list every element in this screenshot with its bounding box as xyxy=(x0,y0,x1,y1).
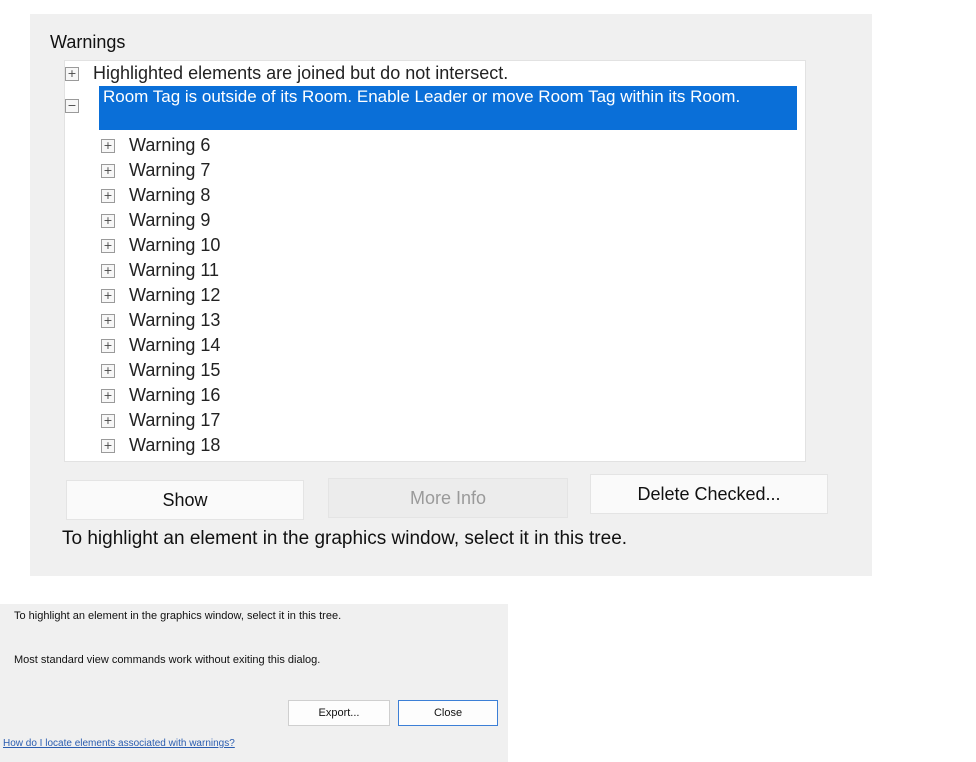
expand-icon[interactable]: + xyxy=(101,439,115,453)
tree-item-warning[interactable]: + Warning 9 xyxy=(101,210,210,231)
tree-item-warning[interactable]: + Warning 11 xyxy=(101,260,219,281)
warning-label: Warning 7 xyxy=(129,160,211,180)
warning-label: Warning 15 xyxy=(129,360,221,380)
warning-label: Warning 11 xyxy=(129,260,220,280)
expand-icon[interactable]: + xyxy=(101,264,115,278)
tree-item-warning[interactable]: + Warning 17 xyxy=(101,410,220,431)
expand-icon[interactable]: + xyxy=(101,214,115,228)
expand-icon[interactable]: + xyxy=(101,339,115,353)
tree-item-warning[interactable]: + Warning 13 xyxy=(101,310,220,331)
close-button[interactable]: Close xyxy=(398,700,498,726)
warnings-dialog-lower: To highlight an element in the graphics … xyxy=(0,604,508,762)
tree-item-warning[interactable]: + Warning 7 xyxy=(101,160,210,181)
warning-label: Warning 9 xyxy=(129,210,211,230)
tree-hint-text: To highlight an element in the graphics … xyxy=(62,528,628,549)
expand-icon[interactable]: + xyxy=(101,164,115,178)
tree-collapse-toggle[interactable]: − xyxy=(65,95,79,113)
expand-icon[interactable]: + xyxy=(101,139,115,153)
tree-item-room-tag-warning[interactable]: Room Tag is outside of its Room. Enable … xyxy=(99,86,797,130)
export-button[interactable]: Export... xyxy=(288,700,390,726)
show-button[interactable]: Show xyxy=(66,480,304,520)
warning-label: Warning 8 xyxy=(129,185,211,205)
expand-icon[interactable]: + xyxy=(101,364,115,378)
tree-item-warning[interactable]: + Warning 12 xyxy=(101,285,220,306)
expand-icon[interactable]: + xyxy=(101,389,115,403)
expand-icon[interactable]: + xyxy=(101,189,115,203)
expand-icon[interactable]: + xyxy=(101,239,115,253)
expand-icon[interactable]: + xyxy=(65,67,79,81)
collapse-icon[interactable]: − xyxy=(65,99,79,113)
delete-checked-button[interactable]: Delete Checked... xyxy=(590,474,828,514)
warning-label: Warning 12 xyxy=(129,285,221,305)
warning-label: Warning 16 xyxy=(129,385,221,405)
warning-label: Warning 6 xyxy=(129,135,211,155)
tree-item-warning[interactable]: + Warning 15 xyxy=(101,360,220,381)
warnings-dialog-upper: Warnings + Highlighted elements are join… xyxy=(30,14,872,576)
tree-item-joined-warning[interactable]: + Highlighted elements are joined but do… xyxy=(65,63,508,84)
warning-label: Warning 10 xyxy=(129,235,221,255)
tree-item-warning[interactable]: + Warning 16 xyxy=(101,385,220,406)
tree-item-warning[interactable]: + Warning 6 xyxy=(101,135,210,156)
tree-item-label: Highlighted elements are joined but do n… xyxy=(93,63,509,83)
more-info-button[interactable]: More Info xyxy=(328,478,568,518)
expand-icon[interactable]: + xyxy=(101,414,115,428)
warning-label: Warning 13 xyxy=(129,310,221,330)
hint-line-1: To highlight an element in the graphics … xyxy=(14,610,342,622)
expand-icon[interactable]: + xyxy=(101,314,115,328)
warnings-heading: Warnings xyxy=(50,32,126,52)
warning-label: Warning 14 xyxy=(129,335,221,355)
expand-icon[interactable]: + xyxy=(101,289,115,303)
tree-item-warning[interactable]: + Warning 18 xyxy=(101,435,220,456)
tree-item-warning[interactable]: + Warning 14 xyxy=(101,335,220,356)
hint-line-2: Most standard view commands work without… xyxy=(14,654,321,666)
warnings-tree[interactable]: + Highlighted elements are joined but do… xyxy=(64,60,806,462)
tree-item-warning[interactable]: + Warning 10 xyxy=(101,235,220,256)
warning-label: Warning 17 xyxy=(129,410,221,430)
warning-label: Warning 18 xyxy=(129,435,221,455)
tree-item-warning[interactable]: + Warning 8 xyxy=(101,185,210,206)
help-link[interactable]: How do I locate elements associated with… xyxy=(3,738,235,749)
